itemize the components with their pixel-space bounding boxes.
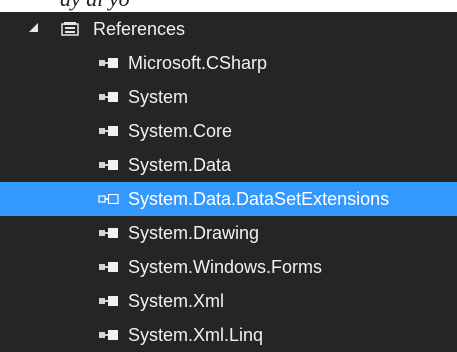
reference-label: System.Core [128, 121, 233, 141]
solution-explorer-tree: References Microsoft.CSharp System Syste… [0, 12, 457, 352]
reference-label: System.Data [128, 155, 232, 175]
reference-icon [99, 126, 118, 136]
reference-label: System.Drawing [128, 223, 260, 243]
tree-node-reference[interactable]: System.Core [0, 114, 457, 148]
reference-icon [99, 92, 118, 102]
reference-label: System [128, 87, 189, 107]
cropped-header-text: ay al yo [60, 0, 130, 12]
tree-node-reference-selected[interactable]: System.Data.DataSetExtensions [0, 182, 457, 216]
tree-node-label: References [93, 19, 186, 39]
reference-icon [99, 228, 118, 238]
tree-node-reference[interactable]: System.Data [0, 148, 457, 182]
tree-node-reference[interactable]: System.Xml.Linq [0, 318, 457, 352]
tree-node-reference[interactable]: System.Drawing [0, 216, 457, 250]
reference-label: System.Xml [128, 291, 225, 311]
expand-collapse-triangle-icon[interactable] [29, 23, 38, 32]
cropped-header-strip: ay al yo [0, 0, 457, 12]
reference-icon [99, 262, 118, 272]
reference-icon [99, 160, 118, 170]
tree-node-reference[interactable]: System [0, 80, 457, 114]
tree-node-reference[interactable]: Microsoft.CSharp [0, 46, 457, 80]
reference-icon [99, 296, 118, 306]
reference-icon [99, 330, 118, 340]
reference-icon [98, 194, 119, 204]
references-folder-icon [61, 22, 79, 36]
tree-node-reference[interactable]: System.Xml [0, 284, 457, 318]
tree-node-reference[interactable]: System.Windows.Forms [0, 250, 457, 284]
reference-icon [99, 58, 118, 68]
reference-label: System.Data.DataSetExtensions [128, 189, 390, 209]
reference-label: Microsoft.CSharp [128, 53, 268, 73]
reference-label: System.Windows.Forms [128, 257, 323, 277]
tree-node-references[interactable]: References [0, 12, 457, 46]
reference-label: System.Xml.Linq [128, 325, 264, 345]
